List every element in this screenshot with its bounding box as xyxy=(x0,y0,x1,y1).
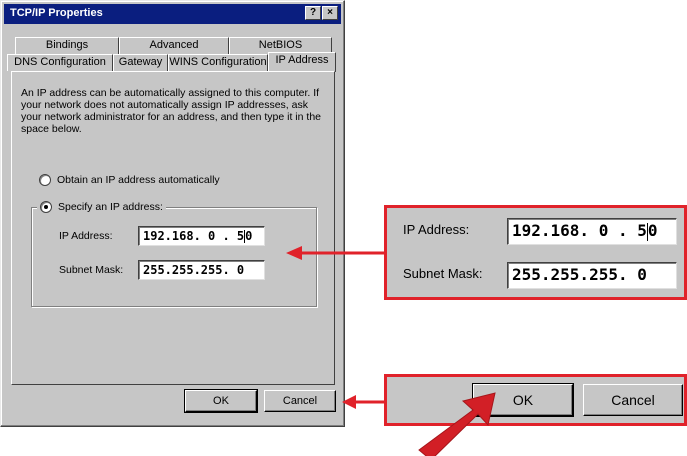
callout-arrow-left xyxy=(342,395,384,409)
pointer-arrow xyxy=(418,392,496,456)
callout-arrows xyxy=(286,246,496,456)
callout-arrow-left xyxy=(286,246,384,260)
